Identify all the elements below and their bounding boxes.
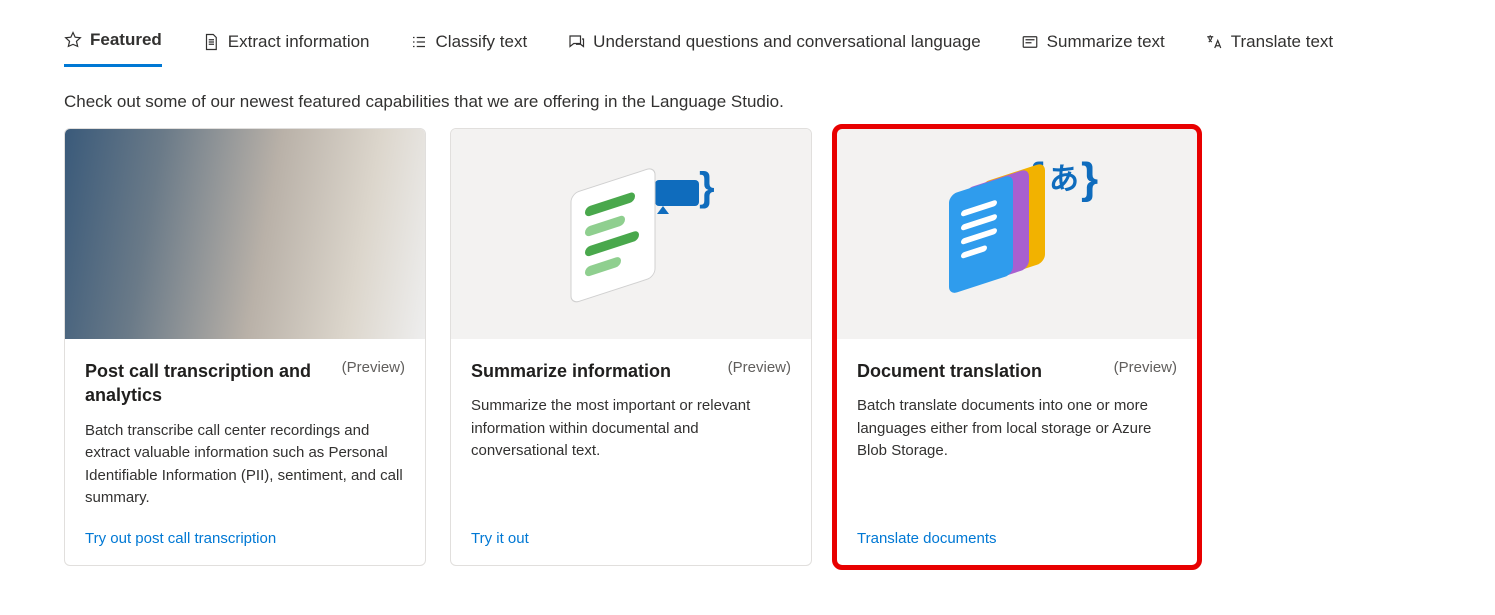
card-illustration: { } [451,129,811,339]
cards-row: Post call transcription and analytics (P… [64,128,1431,566]
card-body: Document translation (Preview) Batch tra… [837,339,1197,565]
intro-text: Check out some of our newest featured ca… [64,92,1431,112]
card-post-call-transcription[interactable]: Post call transcription and analytics (P… [64,128,426,566]
translate-illustration-icon: { あ } [907,149,1127,319]
tab-label: Classify text [436,32,528,52]
card-description: Summarize the most important or relevant… [471,395,791,509]
document-icon [202,33,220,51]
tab-label: Summarize text [1047,32,1165,52]
card-illustration [65,129,425,339]
translate-icon [1205,33,1223,51]
card-head: Document translation (Preview) [857,359,1177,383]
card-description: Batch translate documents into one or mo… [857,395,1177,509]
tab-featured[interactable]: Featured [64,20,162,67]
card-title: Document translation [857,359,1042,383]
card-title: Summarize information [471,359,671,383]
card-body: Summarize information (Preview) Summariz… [451,339,811,565]
summarize-illustration-icon: { } [531,154,731,314]
star-icon [64,31,82,49]
tab-translate-text[interactable]: Translate text [1205,20,1333,67]
tab-label: Understand questions and conversational … [593,32,981,52]
card-description: Batch transcribe call center recordings … [85,420,405,510]
card-body: Post call transcription and analytics (P… [65,339,425,565]
card-title: Post call transcription and analytics [85,359,330,408]
chat-icon [567,33,585,51]
list-icon [410,33,428,51]
try-post-call-link[interactable]: Try out post call transcription [85,530,405,547]
card-head: Summarize information (Preview) [471,359,791,383]
card-head: Post call transcription and analytics (P… [85,359,405,408]
card-illustration: { あ } [837,129,1197,339]
tab-summarize-text[interactable]: Summarize text [1021,20,1165,67]
summary-icon [1021,33,1039,51]
call-center-photo [65,129,425,339]
tabs-bar: Featured Extract information Classify te… [64,20,1431,68]
tab-extract-information[interactable]: Extract information [202,20,370,67]
preview-badge: (Preview) [342,359,405,376]
svg-text:あ: あ [1049,163,1079,196]
tab-classify-text[interactable]: Classify text [410,20,528,67]
svg-text:}: } [699,165,715,209]
tab-label: Translate text [1231,32,1333,52]
preview-badge: (Preview) [1114,359,1177,376]
try-it-out-link[interactable]: Try it out [471,530,791,547]
svg-text:}: } [1081,154,1098,203]
tab-label: Extract information [228,32,370,52]
tab-label: Featured [90,30,162,50]
card-summarize-information[interactable]: { } Summarize information (Preview) [450,128,812,566]
preview-badge: (Preview) [728,359,791,376]
tab-understand-questions[interactable]: Understand questions and conversational … [567,20,981,67]
card-document-translation[interactable]: { あ } [836,128,1198,566]
translate-documents-link[interactable]: Translate documents [857,530,1177,547]
